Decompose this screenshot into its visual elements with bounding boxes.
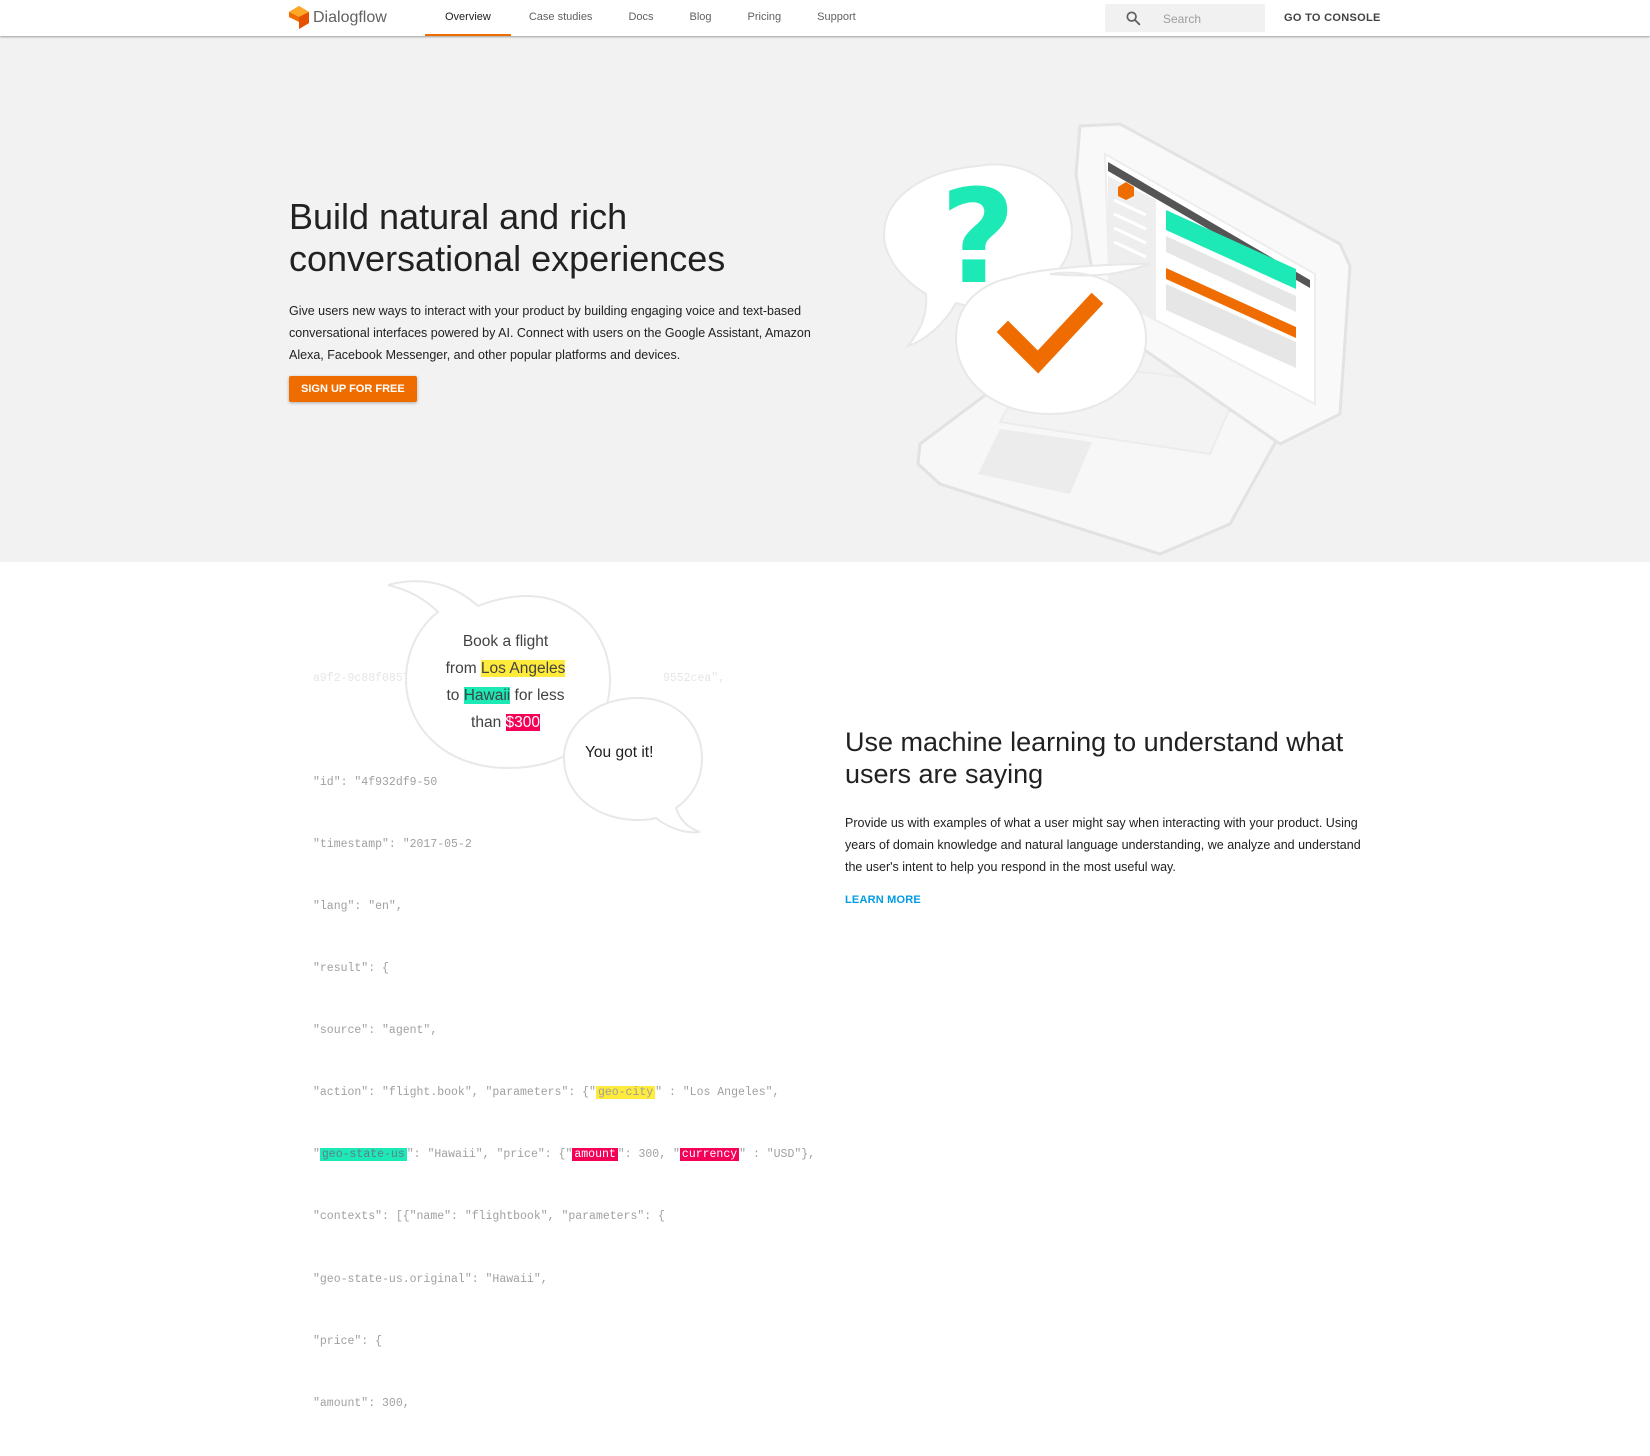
utterance-word: than (471, 714, 502, 731)
code-text: " : "Los Angeles", (655, 1086, 780, 1100)
search-box[interactable] (1105, 4, 1265, 32)
utterance-line: to Hawaii for less (413, 682, 598, 709)
code-line: "price": { (313, 1334, 383, 1348)
user-utterance: Book a flight from Los Angeles to Hawaii… (413, 628, 598, 736)
code-line: "source": "agent", (313, 1024, 438, 1038)
token-geo-city: geo-city (595, 1086, 656, 1100)
nav-docs[interactable]: Docs (610, 0, 671, 36)
ml-section-description: Provide us with examples of what a user … (845, 816, 1361, 874)
ml-section-title: Use machine learning to understand what … (845, 727, 1344, 789)
sign-up-button[interactable]: SIGN UP FOR FREE (289, 376, 417, 402)
code-text: "action": "flight.book", "parameters": {… (313, 1086, 596, 1100)
search-icon[interactable] (1125, 10, 1141, 26)
top-navigation-bar: Dialogflow Overview Case studies Docs Bl… (0, 0, 1650, 36)
entity-los-angeles: Los Angeles (480, 660, 566, 677)
code-line-params: " geo-state-us ": "Hawaii", "price": {" amo… (313, 1145, 815, 1166)
utterance-line: than $300 (413, 709, 598, 736)
hero-title: Build natural and rich conversational ex… (289, 196, 726, 279)
nav-pricing[interactable]: Pricing (730, 0, 800, 36)
code-text: " : "USD"}, (739, 1148, 816, 1162)
token-amount: amount (572, 1148, 618, 1162)
agent-reply: You got it! (585, 744, 654, 761)
utterance-word: for less (514, 687, 565, 704)
dialogflow-logo-icon (289, 6, 309, 29)
token-geo-state-us: geo-state-us (319, 1148, 407, 1162)
entity-hawaii: Hawaii (463, 687, 511, 704)
utterance-line: Book a flight (462, 633, 549, 650)
token-currency: currency (679, 1148, 740, 1162)
hero-description: Give users new ways to interact with you… (289, 304, 811, 362)
code-text: ": "Hawaii", "price": {" (406, 1148, 573, 1162)
brand-name: Dialogflow (313, 9, 387, 26)
entity-price: $300 (505, 714, 540, 731)
nav-blog[interactable]: Blog (672, 0, 730, 36)
code-line: "contexts": [{"name": "flightbook", "par… (313, 1210, 665, 1224)
code-line: "geo-state-us.original": "Hawaii", (313, 1272, 548, 1286)
utterance-word: from (445, 660, 477, 677)
learn-more-link[interactable]: LEARN MORE (845, 894, 921, 906)
code-text: " (313, 1148, 320, 1162)
nav-support[interactable]: Support (799, 0, 874, 36)
dialogflow-logo-link[interactable]: Dialogflow (289, 6, 387, 30)
nav-case-studies[interactable]: Case studies (511, 0, 611, 36)
code-line-action: "action": "flight.book", "parameters": {… (313, 1083, 815, 1104)
code-line: "lang": "en", (313, 900, 403, 913)
laptop-illustration: ? (882, 122, 1352, 556)
search-input[interactable] (1161, 8, 1261, 30)
utterance-word: to (446, 687, 460, 704)
code-text: ": 300, " (617, 1148, 680, 1162)
code-line: "amount": 300, (313, 1396, 410, 1410)
hero-section: Build natural and rich conversational ex… (0, 36, 1650, 562)
utterance-line: from Los Angeles (413, 655, 598, 682)
main-nav: Overview Case studies Docs Blog Pricing … (425, 0, 874, 36)
code-line: "result": { (313, 962, 389, 976)
nav-overview[interactable]: Overview (425, 0, 511, 36)
go-to-console-link[interactable]: GO TO CONSOLE (1284, 12, 1381, 24)
